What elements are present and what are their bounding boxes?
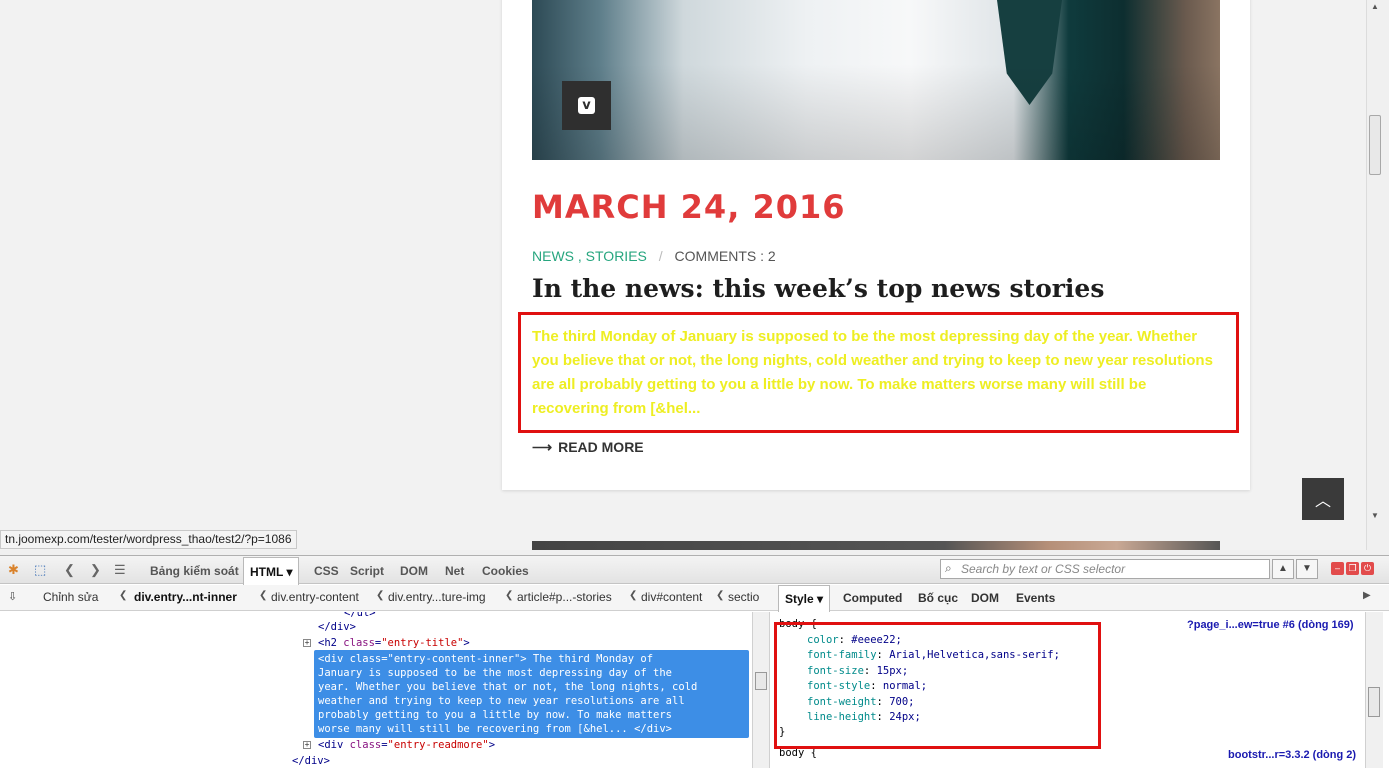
highlight-box-css-rule — [774, 622, 1101, 749]
inspect-icon[interactable]: ⬚ — [34, 562, 46, 578]
side-tab-layout[interactable]: Bố cục — [918, 591, 958, 605]
breadcrumb-item[interactable]: div.entry...ture-img — [388, 590, 486, 604]
firebug-breadcrumb-bar: ⇩ Chỉnh sửa ❮ div.entry...nt-inner ❮ div… — [0, 585, 1389, 612]
edit-button[interactable]: Chỉnh sửa — [43, 590, 98, 604]
side-panel-arrow-icon[interactable]: ▶ — [1363, 590, 1371, 601]
search-next-button[interactable]: ▼ — [1296, 559, 1318, 579]
post-date: MARCH 24, 2016 — [532, 188, 846, 226]
tree-line[interactable]: </ul> — [344, 612, 376, 620]
featured-image[interactable] — [532, 0, 1220, 160]
back-to-top-button[interactable]: ︿ — [1302, 478, 1344, 520]
side-tab-events[interactable]: Events — [1016, 591, 1055, 605]
next-post-image — [532, 541, 1220, 550]
css-source-link[interactable]: ?page_i...ew=true #6 (dòng 169) — [1187, 619, 1354, 631]
html-tree-pane: </ul> </div> + <h2 class="entry-title"> … — [0, 612, 752, 768]
scroll-down-icon[interactable]: ▼ — [1371, 511, 1379, 520]
firebug-icon[interactable]: ✱ — [8, 562, 19, 578]
search-icon: ⌕ — [945, 561, 952, 575]
firebug-toolbar: ✱ ⬚ ❮ ❯ ☰ Bảng kiểm soát HTML ▾ CSS Scri… — [0, 556, 1389, 585]
category-link-stories[interactable]: STORIES — [586, 248, 647, 264]
close-icon[interactable]: ⏻ — [1361, 562, 1374, 575]
tab-css[interactable]: CSS — [314, 564, 339, 578]
tree-line-h2[interactable]: <h2 class="entry-title"> — [318, 636, 470, 650]
tab-html[interactable]: HTML ▾ — [243, 557, 300, 585]
scrollbar-thumb[interactable] — [1369, 115, 1381, 175]
post-excerpt: The third Monday of January is supposed … — [532, 328, 1213, 417]
tab-script[interactable]: Script — [350, 564, 384, 578]
firebug-panel: ✱ ⬚ ❮ ❯ ☰ Bảng kiểm soát HTML ▾ CSS Scri… — [0, 555, 1389, 768]
breadcrumb-item[interactable]: div.entry-content — [271, 590, 359, 604]
breadcrumb-item[interactable]: article#p...-stories — [517, 590, 612, 604]
comments-count[interactable]: COMMENTS : 2 — [675, 248, 776, 264]
tab-dom[interactable]: DOM — [400, 564, 428, 578]
post-meta: NEWS , STORIES / COMMENTS : 2 — [532, 248, 776, 264]
tab-net[interactable]: Net — [445, 564, 464, 578]
scrollbar-thumb[interactable] — [755, 672, 767, 690]
list-icon[interactable]: ☰ — [114, 562, 126, 578]
back-arrow-icon[interactable]: ❮ — [64, 562, 75, 578]
detach-icon[interactable]: ❐ — [1346, 562, 1359, 575]
meta-separator: / — [658, 248, 663, 264]
pane-scrollbar[interactable] — [752, 612, 770, 768]
breadcrumb-item[interactable]: div#content — [641, 590, 702, 604]
status-bar-url: tn.joomexp.com/tester/wordpress_thao/tes… — [0, 530, 297, 549]
css-source-link[interactable]: bootstr...r=3.3.2 (dòng 2) — [1228, 749, 1356, 761]
post-title[interactable]: In the news: this week’s top news storie… — [532, 274, 1104, 303]
vimeo-button[interactable]: v — [562, 81, 611, 130]
expand-toggle-icon[interactable]: + — [303, 639, 311, 647]
scroll-up-icon[interactable]: ▲ — [1371, 2, 1379, 11]
tab-cookies[interactable]: Cookies — [482, 564, 529, 578]
page-scrollbar[interactable]: ▲ ▼ — [1366, 0, 1383, 550]
breadcrumb-item[interactable]: div.entry...nt-inner — [134, 590, 237, 604]
scrollbar-thumb[interactable] — [1368, 687, 1380, 717]
side-tab-dom[interactable]: DOM — [971, 591, 999, 605]
breadcrumb-item[interactable]: sectio — [728, 590, 759, 604]
search-prev-button[interactable]: ▲ — [1272, 559, 1294, 579]
chevron-up-icon: ︿ — [1314, 493, 1331, 510]
side-tab-style[interactable]: Style ▾ — [778, 585, 831, 612]
css-pane-scrollbar[interactable] — [1365, 612, 1383, 768]
firebug-search-input[interactable]: ⌕ Search by text or CSS selector — [940, 559, 1270, 579]
forward-arrow-icon[interactable]: ❯ — [90, 562, 101, 578]
read-more-link[interactable]: ⟶ READ MORE — [532, 439, 644, 456]
tree-line-readmore[interactable]: <div class="entry-readmore"> — [318, 738, 495, 752]
minimize-icon[interactable]: – — [1331, 562, 1344, 575]
tab-console[interactable]: Bảng kiểm soát — [150, 564, 239, 578]
category-link-news[interactable]: NEWS — [532, 248, 574, 264]
arrow-right-icon: ⟶ — [532, 439, 553, 455]
side-tab-computed[interactable]: Computed — [843, 591, 902, 605]
tree-line[interactable]: </div> — [292, 754, 330, 768]
expand-toggle-icon[interactable]: + — [303, 741, 311, 749]
selected-node[interactable]: <div class="entry-content-inner"> The th… — [314, 650, 749, 738]
vimeo-icon: v — [578, 97, 595, 114]
web-page-viewport: v MARCH 24, 2016 NEWS , STORIES / COMMEN… — [0, 0, 1366, 550]
pin-icon[interactable]: ⇩ — [8, 590, 17, 603]
dropdown-arrow-icon: ▾ — [817, 592, 824, 606]
tree-line[interactable]: </div> — [318, 620, 356, 634]
dropdown-arrow-icon: ▾ — [286, 565, 293, 579]
